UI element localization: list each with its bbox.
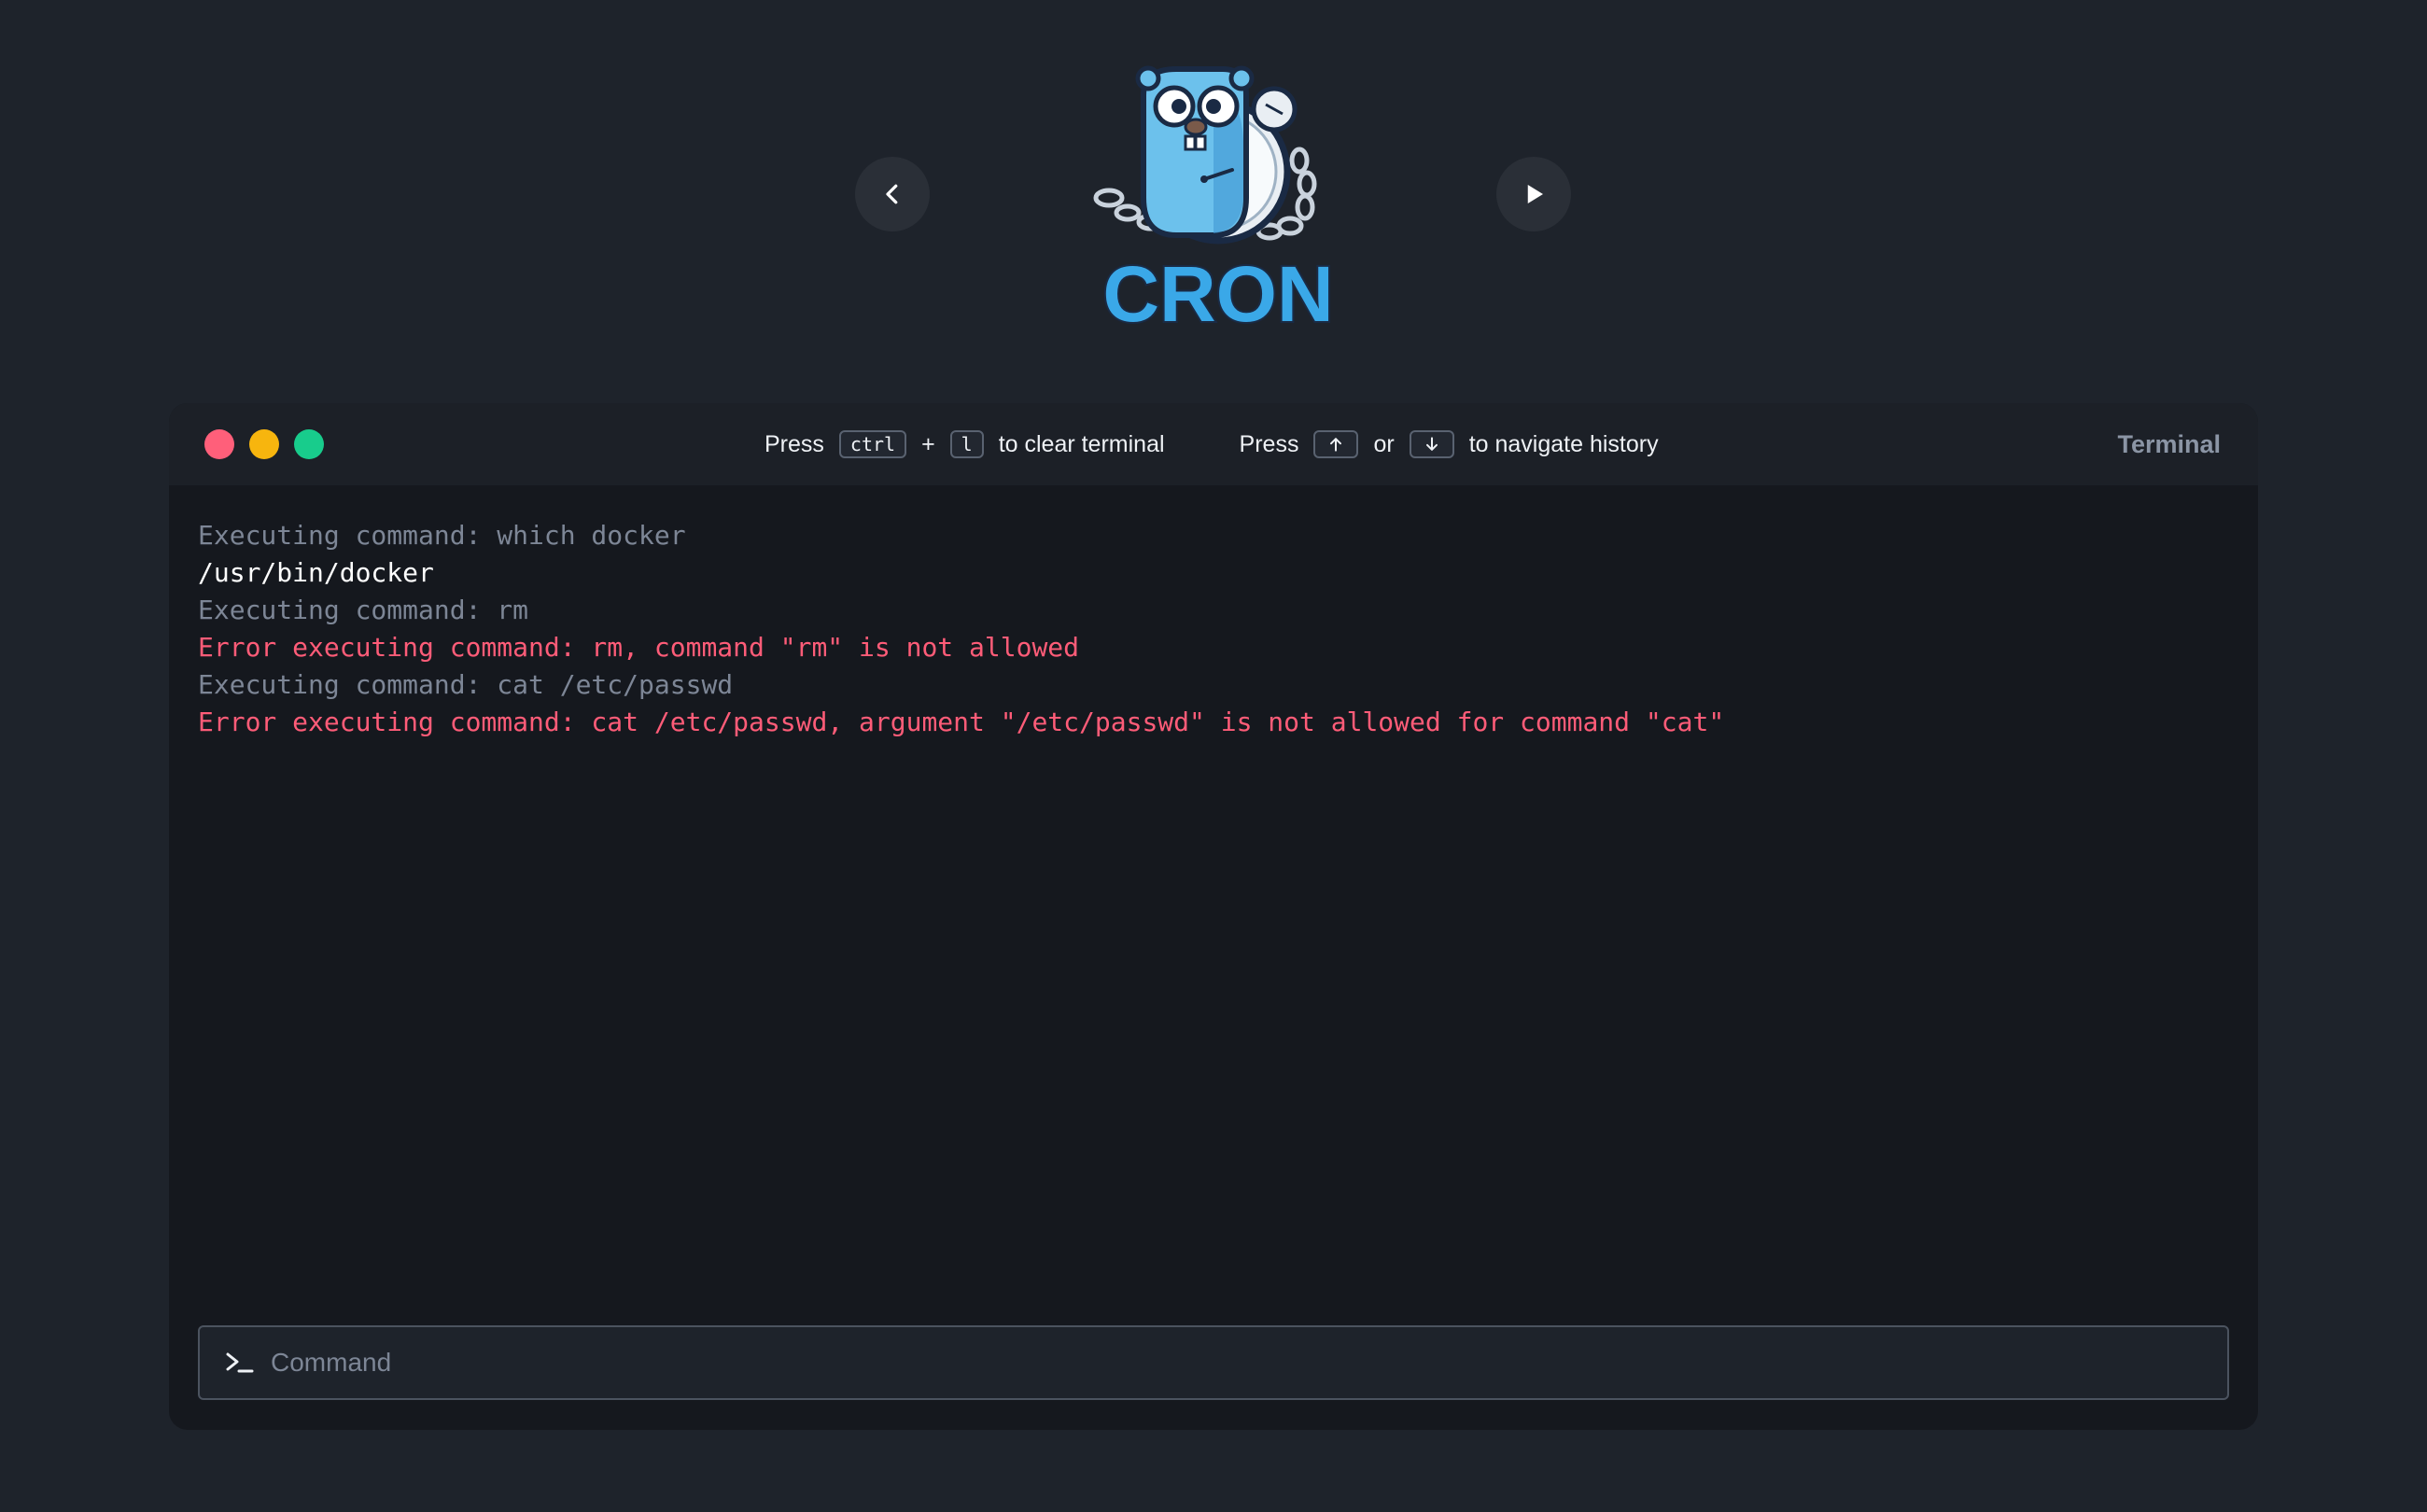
history-hint-press: Press bbox=[1239, 430, 1299, 457]
ctrl-key: ctrl bbox=[838, 430, 907, 458]
l-key: l bbox=[949, 430, 984, 458]
arrow-down-key bbox=[1409, 430, 1454, 458]
chevron-left-icon bbox=[886, 184, 898, 204]
command-input-box[interactable] bbox=[198, 1325, 2229, 1400]
back-button[interactable] bbox=[855, 157, 930, 231]
history-hint-suffix: to navigate history bbox=[1468, 430, 1659, 457]
window-minimize-dot[interactable] bbox=[249, 429, 279, 459]
command-input[interactable] bbox=[269, 1334, 2227, 1392]
plus-sign: + bbox=[921, 430, 935, 457]
terminal-header: Press ctrl + l to clear terminal Press o… bbox=[169, 403, 2258, 485]
arrow-up-key bbox=[1313, 430, 1359, 458]
output-line: Error executing command: rm, command "rm… bbox=[198, 632, 1080, 663]
output-line: /usr/bin/docker bbox=[198, 557, 434, 588]
logo-text: CRON bbox=[1102, 250, 1333, 329]
window-maximize-dot[interactable] bbox=[294, 429, 324, 459]
output-line: Executing command: which docker bbox=[198, 520, 686, 551]
output-line: Error executing command: cat /etc/passwd… bbox=[198, 707, 1725, 737]
page: CRON Press ctrl + l to clear terminal Pr bbox=[0, 0, 2427, 1512]
play-button[interactable] bbox=[1496, 157, 1571, 231]
window-close-dot[interactable] bbox=[204, 429, 234, 459]
terminal-window: Press ctrl + l to clear terminal Press o… bbox=[169, 403, 2258, 1430]
terminal-prompt-icon bbox=[224, 1349, 256, 1377]
terminal-output: Executing command: which docker /usr/bin… bbox=[198, 517, 1724, 741]
arrow-down-icon bbox=[1425, 437, 1438, 451]
terminal-title: Terminal bbox=[2117, 429, 2221, 458]
output-line: Executing command: cat /etc/passwd bbox=[198, 669, 734, 700]
gopher-stopwatch-logo: CRON bbox=[1093, 65, 1336, 340]
clear-hint: Press ctrl + l to clear terminal bbox=[765, 430, 1165, 458]
or-text: or bbox=[1373, 430, 1395, 457]
clear-hint-press: Press bbox=[765, 430, 824, 457]
history-hint: Press or to navigate history bbox=[1240, 430, 1659, 458]
keyboard-hints: Press ctrl + l to clear terminal Press o… bbox=[765, 403, 1659, 485]
cron-logo: CRON bbox=[1083, 58, 1354, 340]
clear-hint-suffix: to clear terminal bbox=[998, 430, 1165, 457]
output-line: Executing command: rm bbox=[198, 595, 529, 625]
arrow-up-icon bbox=[1330, 438, 1342, 452]
play-icon bbox=[1527, 185, 1543, 203]
